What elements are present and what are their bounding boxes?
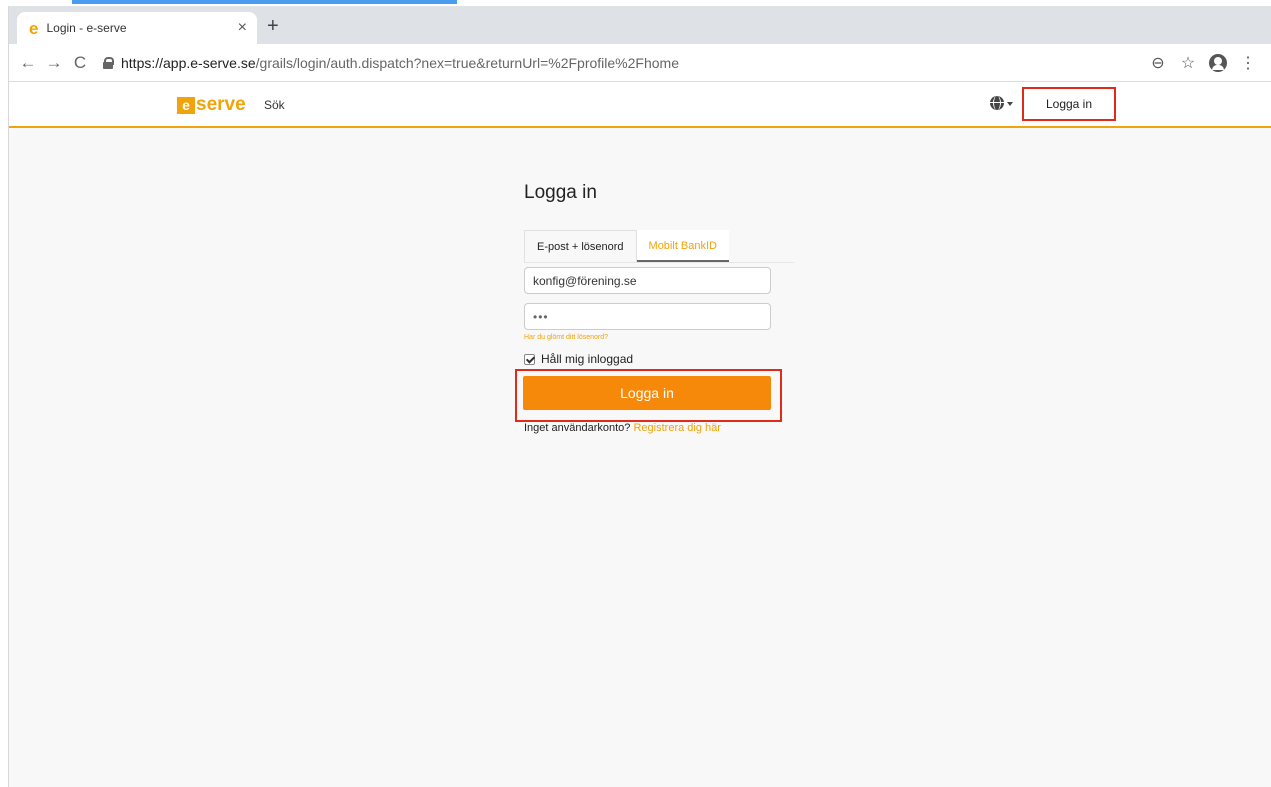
bookmark-star-icon[interactable]: ☆ xyxy=(1173,53,1203,73)
zoom-icon[interactable]: ⊖ xyxy=(1143,53,1173,73)
page-title: Logga in xyxy=(524,182,597,203)
site-header: e serve Sök Logga in xyxy=(9,82,1271,128)
register-link[interactable]: Registrera dig här xyxy=(633,422,720,434)
chevron-down-icon[interactable] xyxy=(1007,102,1013,106)
lock-icon xyxy=(103,56,114,69)
browser-window: e Login - e-serve × + ← → C https://app.… xyxy=(8,6,1271,787)
login-form: Logga in E-post + lösenord Mobilt BankID… xyxy=(515,182,794,434)
submit-highlight: Logga in xyxy=(515,369,782,422)
login-method-tabs: E-post + lösenord Mobilt BankID xyxy=(524,230,794,263)
eserve-logo[interactable]: e serve xyxy=(177,94,246,116)
reload-icon[interactable]: C xyxy=(67,53,93,73)
address-bar: ← → C https://app.e-serve.se /grails/log… xyxy=(9,44,1271,82)
tab-bar: e Login - e-serve × + xyxy=(9,6,1271,44)
selection-highlight xyxy=(72,0,457,4)
page-viewport: e serve Sök Logga in Logga in E-post + l… xyxy=(9,82,1271,787)
tab-close-icon[interactable]: × xyxy=(238,19,247,37)
register-prefix: Inget användarkonto? xyxy=(524,422,631,434)
remember-me-label: Håll mig inloggad xyxy=(541,352,634,366)
menu-dots-icon[interactable]: ⋮ xyxy=(1233,53,1263,73)
tab-mobile-bankid[interactable]: Mobilt BankID xyxy=(636,230,730,262)
login-submit-button[interactable]: Logga in xyxy=(523,376,771,410)
new-tab-icon[interactable]: + xyxy=(267,16,279,36)
forgot-password-link[interactable]: Har du glömt ditt lösenord? xyxy=(524,334,794,341)
logo-e-box: e xyxy=(177,96,195,114)
browser-tab[interactable]: e Login - e-serve × xyxy=(17,12,257,44)
url-host: https://app.e-serve.se xyxy=(121,54,256,71)
header-login-button[interactable]: Logga in xyxy=(1022,87,1116,121)
tab-email-password[interactable]: E-post + lösenord xyxy=(524,230,637,262)
email-field[interactable]: konfig@förening.se xyxy=(524,267,771,294)
register-row: Inget användarkonto? Registrera dig här xyxy=(524,422,794,434)
forward-arrow-icon[interactable]: → xyxy=(41,53,67,73)
logo-text: serve xyxy=(196,94,246,115)
tab-title: Login - e-serve xyxy=(46,21,127,35)
account-icon[interactable] xyxy=(1209,53,1227,72)
url-path: /grails/login/auth.dispatch?nex=true&ret… xyxy=(255,54,679,71)
back-arrow-icon[interactable]: ← xyxy=(15,53,41,73)
password-field[interactable]: ••• xyxy=(524,303,771,330)
url-field[interactable]: https://app.e-serve.se /grails/login/aut… xyxy=(103,49,1143,77)
remember-me: Håll mig inloggad xyxy=(524,352,794,366)
remember-me-checkbox[interactable] xyxy=(524,353,535,365)
eserve-favicon-icon: e xyxy=(29,18,39,38)
toolbar-icons: ⊖ ☆ ⋮ xyxy=(1143,53,1263,73)
nav-search-link[interactable]: Sök xyxy=(264,98,285,112)
globe-icon[interactable] xyxy=(990,96,1004,110)
